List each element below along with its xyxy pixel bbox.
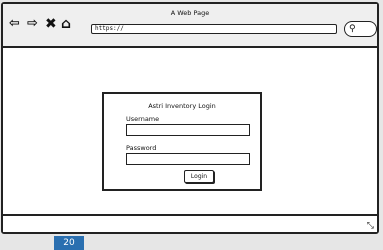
stop-icon[interactable]: ✖	[45, 16, 57, 32]
back-arrow-icon[interactable]: ⇦	[9, 16, 20, 32]
address-bar[interactable]: https://	[91, 24, 337, 34]
login-title: Astri Inventory Login	[148, 102, 216, 110]
browser-titlebar: A Web Page ⇦ ⇨ ✖ ⌂ https:// ⚲	[3, 4, 377, 48]
page-content: Astri Inventory Login Username Password …	[3, 48, 377, 214]
password-field[interactable]	[126, 153, 250, 165]
username-field[interactable]	[126, 124, 250, 136]
page-number-badge: 20	[54, 236, 84, 250]
login-form: Astri Inventory Login Username Password …	[102, 92, 262, 191]
search-icon: ⚲	[349, 24, 356, 34]
resize-grip-icon[interactable]: ⤡	[367, 221, 374, 231]
password-label: Password	[126, 144, 157, 152]
login-button[interactable]: Login	[184, 170, 214, 183]
window-title: A Web Page	[170, 9, 210, 17]
status-bar: ⤡	[3, 214, 377, 232]
browser-window: A Web Page ⇦ ⇨ ✖ ⌂ https:// ⚲ Astri Inve…	[1, 2, 379, 234]
forward-arrow-icon[interactable]: ⇨	[27, 16, 38, 32]
username-label: Username	[126, 115, 160, 123]
home-icon[interactable]: ⌂	[61, 16, 71, 32]
search-button[interactable]: ⚲	[344, 21, 377, 37]
